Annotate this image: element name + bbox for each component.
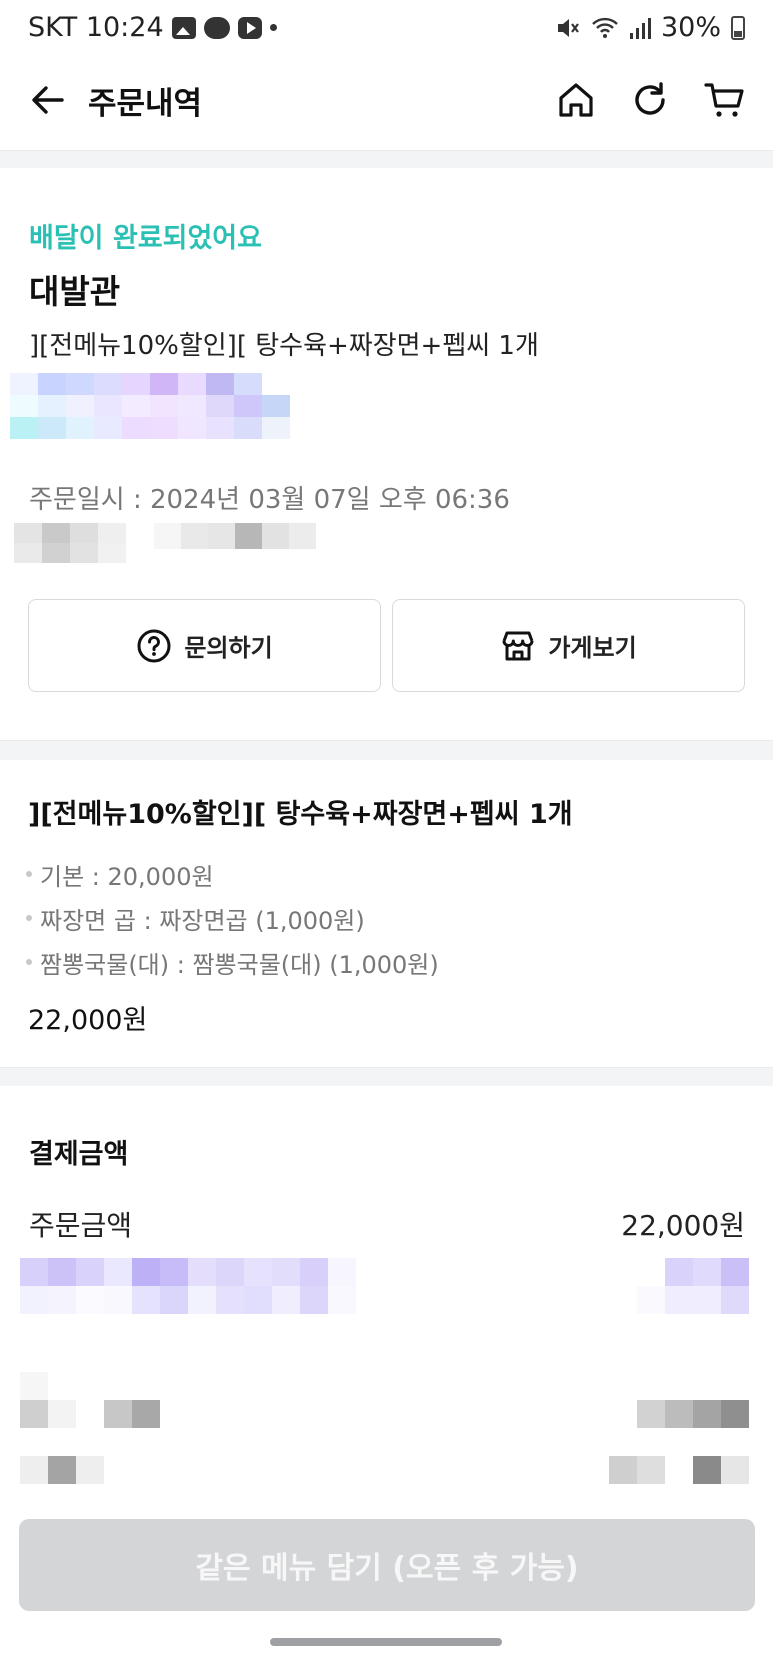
view-store-button[interactable]: 가게보기 [392, 599, 745, 692]
back-arrow-icon[interactable] [26, 78, 70, 122]
inquiry-button-label: 문의하기 [184, 634, 273, 662]
status-bar: SKT 10:24 30% [0, 0, 773, 60]
bullet-icon [26, 871, 32, 877]
order-summary: ][전메뉴10%할인][ 탕수육+짜장면+펩씨 1개 [29, 331, 539, 361]
bullet-icon [26, 915, 32, 921]
order-datetime: 주문일시 : 2024년 03월 07일 오후 06:36 [29, 485, 510, 515]
menu-name: ][전메뉴10%할인][ 탕수육+짜장면+펩씨 1개 [28, 799, 573, 830]
inquiry-button[interactable]: 문의하기 [28, 599, 381, 692]
carrier-time: SKT 10:24 [28, 12, 164, 43]
more-notifications-icon [269, 24, 277, 31]
redacted-block [154, 523, 316, 549]
talk-notification-icon [203, 16, 230, 39]
redacted-block [20, 1372, 160, 1428]
refresh-icon[interactable] [628, 78, 672, 122]
home-indicator[interactable] [270, 1638, 502, 1646]
home-icon[interactable] [554, 78, 598, 122]
mute-icon [557, 18, 579, 37]
redacted-block [609, 1456, 749, 1484]
question-circle-icon [137, 629, 171, 662]
bullet-icon [26, 959, 32, 965]
section-divider [0, 150, 773, 168]
cart-icon[interactable] [703, 78, 747, 122]
redacted-block [14, 523, 126, 563]
view-store-button-label: 가게보기 [548, 634, 637, 662]
order-amount-value: 22,000원 [621, 1209, 745, 1242]
option-list: 기본 : 20,000원 짜장면 곱 : 짜장면곱 (1,000원) 짬뽕국물(… [26, 852, 439, 984]
wifi-icon [592, 17, 618, 38]
section-divider [0, 740, 773, 760]
store-name: 대발관 [29, 272, 121, 311]
redacted-block [637, 1400, 749, 1428]
option-item: 기본 : 20,000원 [26, 852, 439, 896]
signal-icon [629, 17, 651, 39]
redacted-block [20, 1456, 132, 1484]
option-item: 짬뽕국물(대) : 짬뽕국물(대) (1,000원) [26, 940, 439, 984]
order-amount-label: 주문금액 [29, 1209, 133, 1242]
battery-icon [731, 15, 745, 40]
page-title: 주문내역 [88, 86, 203, 122]
option-item: 짜장면 곱 : 짜장면곱 (1,000원) [26, 896, 439, 940]
redacted-block [10, 373, 290, 439]
section-divider [0, 1067, 773, 1086]
payment-card: 결제금액 주문금액 22,000원 [0, 1086, 773, 1506]
redacted-block [20, 1258, 356, 1314]
youtube-notification-icon [237, 16, 262, 39]
gallery-notification-icon [171, 16, 196, 39]
app-header: 주문내역 [0, 60, 773, 148]
store-icon [502, 631, 534, 660]
menu-price: 22,000원 [28, 1005, 148, 1036]
battery-percent: 30% [660, 12, 721, 43]
reorder-same-menu-button[interactable]: 같은 메뉴 담기 (오픈 후 가능) [19, 1519, 755, 1611]
redacted-block [637, 1258, 749, 1314]
delivery-status: 배달이 완료되었어요 [29, 223, 262, 254]
payment-title: 결제금액 [29, 1139, 129, 1170]
